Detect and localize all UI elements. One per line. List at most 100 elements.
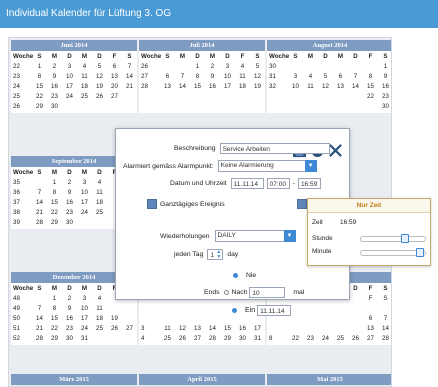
day-cell[interactable]: 28	[32, 334, 47, 344]
day-cell[interactable]	[303, 62, 318, 72]
day-cell[interactable]: 22	[363, 92, 378, 102]
day-cell[interactable]: 23	[62, 324, 77, 334]
day-cell[interactable]	[107, 102, 122, 112]
day-cell[interactable]: 2	[62, 178, 77, 188]
day-cell[interactable]	[235, 102, 250, 112]
day-cell[interactable]: 25	[77, 92, 92, 102]
day-cell[interactable]	[333, 314, 348, 324]
day-cell[interactable]: 24	[77, 324, 92, 334]
day-cell[interactable]: 18	[77, 82, 92, 92]
day-cell[interactable]	[122, 304, 137, 314]
day-cell[interactable]: 4	[235, 62, 250, 72]
day-cell[interactable]: 17	[77, 198, 92, 208]
day-cell[interactable]: 19	[250, 82, 265, 92]
day-cell[interactable]: 23	[62, 208, 77, 218]
day-cell[interactable]	[288, 324, 303, 334]
day-cell[interactable]: 23	[47, 92, 62, 102]
day-cell[interactable]: 7	[32, 304, 47, 314]
day-cell[interactable]	[92, 102, 107, 112]
day-cell[interactable]: 3	[288, 72, 303, 82]
minute-slider-thumb[interactable]	[416, 248, 424, 257]
day-cell[interactable]	[333, 102, 348, 112]
day-cell[interactable]: 8	[32, 72, 47, 82]
date-input[interactable]: 11.11.14	[230, 178, 264, 189]
day-cell[interactable]: 25	[92, 324, 107, 334]
day-cell[interactable]	[333, 92, 348, 102]
day-cell[interactable]	[235, 92, 250, 102]
day-cell[interactable]: 8	[47, 188, 62, 198]
day-cell[interactable]: 9	[205, 72, 220, 82]
day-cell[interactable]	[160, 102, 175, 112]
day-cell[interactable]: 31	[77, 334, 92, 344]
day-cell[interactable]	[175, 304, 190, 314]
day-cell[interactable]: 10	[220, 72, 235, 82]
day-cell[interactable]: 14	[348, 82, 363, 92]
day-cell[interactable]: 25	[333, 334, 348, 344]
day-cell[interactable]	[205, 314, 220, 324]
day-cell[interactable]: 29	[220, 334, 235, 344]
day-cell[interactable]	[303, 304, 318, 314]
day-cell[interactable]: 4	[303, 72, 318, 82]
day-cell[interactable]: 14	[122, 72, 137, 82]
day-cell[interactable]	[122, 334, 137, 344]
day-cell[interactable]: 14	[32, 314, 47, 324]
day-cell[interactable]	[107, 334, 122, 344]
day-cell[interactable]: 8	[190, 72, 205, 82]
day-cell[interactable]: 31	[250, 334, 265, 344]
day-cell[interactable]: 28	[32, 218, 47, 228]
day-cell[interactable]: 29	[47, 218, 62, 228]
day-cell[interactable]: 5	[250, 62, 265, 72]
day-cell[interactable]: 30	[62, 334, 77, 344]
day-cell[interactable]: 22	[32, 92, 47, 102]
day-cell[interactable]	[318, 314, 333, 324]
day-cell[interactable]	[175, 92, 190, 102]
day-cell[interactable]: 14	[205, 324, 220, 334]
day-cell[interactable]: 28	[205, 334, 220, 344]
day-cell[interactable]: 13	[333, 82, 348, 92]
day-cell[interactable]: 21	[122, 82, 137, 92]
day-cell[interactable]: 3	[77, 294, 92, 304]
day-cell[interactable]: 25	[92, 208, 107, 218]
day-cell[interactable]: 15	[47, 314, 62, 324]
day-cell[interactable]: 25	[160, 334, 175, 344]
minute-slider[interactable]	[360, 248, 426, 257]
day-cell[interactable]: 19	[92, 82, 107, 92]
day-cell[interactable]: S	[378, 294, 391, 304]
day-cell[interactable]: 4	[92, 294, 107, 304]
day-cell[interactable]	[333, 324, 348, 334]
beschreibung-input[interactable]: Service Arbeiten	[219, 143, 330, 154]
day-cell[interactable]: 17	[250, 324, 265, 334]
day-cell[interactable]	[122, 102, 137, 112]
day-cell[interactable]: 24	[318, 334, 333, 344]
day-cell[interactable]: 26	[348, 334, 363, 344]
repeat-checkbox[interactable]	[297, 199, 307, 209]
day-cell[interactable]: 7	[378, 314, 391, 324]
day-cell[interactable]: 28	[378, 334, 391, 344]
day-cell[interactable]: 22	[288, 334, 303, 344]
day-cell[interactable]: 18	[92, 198, 107, 208]
day-cell[interactable]	[348, 102, 363, 112]
day-cell[interactable]: 7	[175, 72, 190, 82]
after-radio[interactable]	[223, 290, 229, 295]
day-cell[interactable]	[333, 62, 348, 72]
time-end-input[interactable]: 16:59	[297, 178, 321, 189]
day-cell[interactable]: 30	[47, 102, 62, 112]
day-cell[interactable]	[190, 314, 205, 324]
on-date-input[interactable]: 11.11.14	[257, 305, 292, 316]
day-cell[interactable]: 11	[235, 72, 250, 82]
day-cell[interactable]: 16	[47, 82, 62, 92]
day-cell[interactable]: 16	[378, 82, 391, 92]
day-cell[interactable]: 29	[32, 102, 47, 112]
day-cell[interactable]: 8	[363, 72, 378, 82]
day-cell[interactable]	[348, 62, 363, 72]
day-cell[interactable]	[160, 62, 175, 72]
day-cell[interactable]: 30	[235, 334, 250, 344]
on-radio[interactable]	[232, 308, 237, 313]
day-cell[interactable]: 10	[77, 304, 92, 314]
day-cell[interactable]: 23	[378, 92, 391, 102]
day-cell[interactable]: 6	[333, 72, 348, 82]
day-cell[interactable]	[160, 304, 175, 314]
day-cell[interactable]: 9	[62, 304, 77, 314]
day-cell[interactable]	[77, 218, 92, 228]
day-cell[interactable]: 15	[190, 82, 205, 92]
